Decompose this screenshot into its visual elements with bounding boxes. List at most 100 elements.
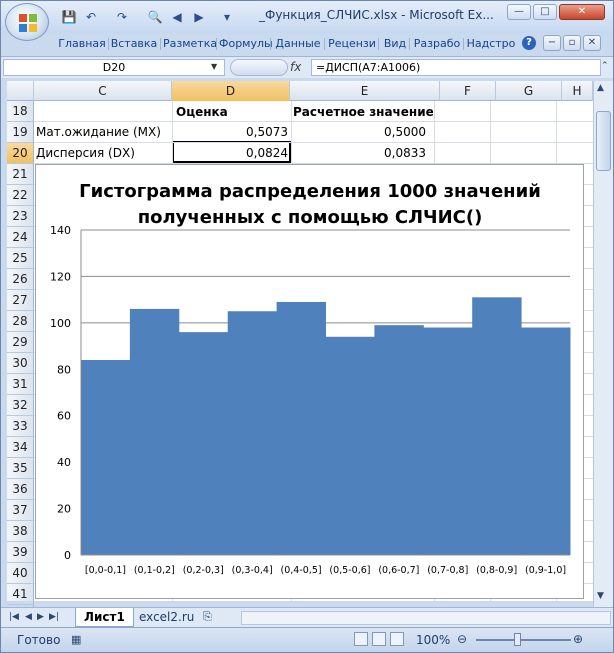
x-tick-label: (0,3-0,4] bbox=[232, 565, 273, 576]
x-tick-label: (0,1-0,2] bbox=[134, 565, 175, 576]
row-header-31[interactable]: 31 bbox=[7, 374, 34, 395]
office-button[interactable] bbox=[5, 3, 49, 41]
row-header-32[interactable]: 32 bbox=[7, 395, 34, 416]
active-cell-d20[interactable] bbox=[172, 141, 291, 163]
formula-input[interactable]: =ДИСП(A7:A1006) bbox=[311, 59, 601, 76]
undo-icon[interactable]: ↶ bbox=[83, 9, 99, 25]
ribbon-minimize-button[interactable]: − bbox=[543, 35, 561, 51]
chart-title-line1: Гистограмма распределения 1000 значений bbox=[79, 181, 541, 202]
row-header-30[interactable]: 30 bbox=[7, 353, 34, 374]
office-logo-icon bbox=[19, 14, 37, 32]
column-header-g[interactable]: G bbox=[496, 81, 562, 101]
sheet-tab-active[interactable]: Лист1 bbox=[75, 608, 134, 627]
column-header-h[interactable]: H bbox=[562, 81, 593, 101]
row-header-21[interactable]: 21 bbox=[7, 164, 34, 185]
chart-title-line2: полученных с помощью СЛЧИС() bbox=[138, 207, 483, 228]
row-header-18[interactable]: 18 bbox=[7, 101, 34, 122]
qat-customize-icon[interactable]: ▾ bbox=[219, 9, 235, 25]
column-header-d[interactable]: D bbox=[172, 81, 290, 101]
close-button[interactable]: ✕ bbox=[559, 4, 605, 20]
ribbon-tab-5[interactable]: Рецензи bbox=[327, 34, 377, 54]
row-header-35[interactable]: 35 bbox=[7, 458, 34, 479]
row-header-37[interactable]: 37 bbox=[7, 500, 34, 521]
x-tick-label: (0,2-0,3] bbox=[183, 565, 224, 576]
formula-expand-icon[interactable]: ⌃ bbox=[601, 61, 609, 71]
row-header-41[interactable]: 41 bbox=[7, 584, 34, 605]
macro-record-icon[interactable]: ▦ bbox=[71, 633, 81, 646]
ribbon-tab-0[interactable]: Главная bbox=[57, 34, 107, 54]
row-header-36[interactable]: 36 bbox=[7, 479, 34, 500]
ribbon-tab-4[interactable]: Данные bbox=[273, 34, 323, 54]
zoom-out-icon[interactable]: ⊖ bbox=[457, 632, 467, 646]
zoom-level[interactable]: 100% bbox=[416, 633, 450, 647]
row-header-26[interactable]: 26 bbox=[7, 269, 34, 290]
bar-2 bbox=[178, 332, 229, 555]
last-sheet-icon[interactable]: ▶| bbox=[49, 612, 59, 622]
help-icon[interactable]: ? bbox=[522, 36, 536, 50]
bar-0 bbox=[81, 360, 131, 555]
normal-view-icon[interactable] bbox=[354, 632, 368, 646]
row-header-23[interactable]: 23 bbox=[7, 206, 34, 227]
bar-5 bbox=[325, 336, 375, 555]
name-box[interactable]: D20 bbox=[3, 59, 225, 76]
histogram-chart[interactable]: Гистограмма распределения 1000 значений п… bbox=[35, 164, 584, 599]
row-header-38[interactable]: 38 bbox=[7, 521, 34, 542]
ribbon-tab-8[interactable]: Надстро bbox=[465, 34, 517, 54]
column-header-c[interactable]: C bbox=[34, 81, 172, 101]
ribbon-tab-3[interactable]: Формулы bbox=[219, 34, 273, 54]
ribbon-tab-separator bbox=[160, 38, 161, 50]
row-header-28[interactable]: 28 bbox=[7, 311, 34, 332]
ribbon-tab-separator bbox=[378, 38, 379, 50]
column-header-e[interactable]: E bbox=[290, 81, 440, 101]
row-header-20[interactable]: 20 bbox=[7, 143, 34, 164]
row-header-25[interactable]: 25 bbox=[7, 248, 34, 269]
row19-calculated: 0,5000 bbox=[384, 125, 426, 139]
horizontal-scrollbar[interactable] bbox=[241, 611, 611, 625]
prev-sheet-icon[interactable]: ◀ bbox=[25, 612, 32, 622]
first-sheet-icon[interactable]: |◀ bbox=[9, 612, 19, 622]
row-header-33[interactable]: 33 bbox=[7, 416, 34, 437]
page-break-icon[interactable] bbox=[390, 632, 404, 646]
redo-icon[interactable]: ↷ bbox=[114, 9, 130, 25]
bar-3 bbox=[227, 311, 278, 555]
vertical-scrollbar[interactable]: ▲ ▼ bbox=[593, 81, 613, 609]
ribbon-tab-1[interactable]: Вставка bbox=[109, 34, 159, 54]
maximize-button[interactable]: □ bbox=[533, 4, 557, 20]
row-header-34[interactable]: 34 bbox=[7, 437, 34, 458]
next-sheet-icon[interactable]: ▶ bbox=[37, 612, 44, 622]
workbook-close-button[interactable]: ✕ bbox=[583, 35, 601, 51]
ribbon-tab-separator bbox=[270, 38, 271, 50]
sheet-tab-excel2[interactable]: excel2.ru bbox=[131, 609, 202, 626]
save-icon[interactable]: 💾 bbox=[61, 9, 77, 25]
zoom-in-icon[interactable]: ⊕ bbox=[573, 632, 583, 646]
ribbon-tab-6[interactable]: Вид bbox=[382, 34, 408, 54]
row-header-39[interactable]: 39 bbox=[7, 542, 34, 563]
print-preview-icon[interactable]: 🔍 bbox=[147, 9, 163, 25]
scroll-up-icon[interactable]: ▲ bbox=[597, 83, 604, 93]
row-header-40[interactable]: 40 bbox=[7, 563, 34, 584]
zoom-slider-thumb[interactable] bbox=[514, 633, 521, 646]
zoom-slider-track[interactable] bbox=[476, 639, 571, 641]
page-layout-icon[interactable] bbox=[372, 632, 386, 646]
row-header-24[interactable]: 24 bbox=[7, 227, 34, 248]
formula-controls[interactable] bbox=[230, 59, 288, 76]
select-all-corner[interactable] bbox=[7, 81, 34, 101]
scroll-down-icon[interactable]: ▼ bbox=[597, 591, 604, 601]
row-header-27[interactable]: 27 bbox=[7, 290, 34, 311]
forward-icon[interactable]: ▶ bbox=[191, 9, 207, 25]
column-header-f[interactable]: F bbox=[440, 81, 496, 101]
back-icon[interactable]: ◀ bbox=[169, 9, 185, 25]
row-header-29[interactable]: 29 bbox=[7, 332, 34, 353]
vertical-scroll-thumb[interactable] bbox=[596, 111, 611, 171]
insert-function-icon[interactable]: fx bbox=[290, 60, 301, 74]
ribbon-restore-button[interactable]: ▫ bbox=[563, 35, 581, 51]
ribbon-tab-2[interactable]: Разметка bbox=[163, 34, 217, 54]
y-tick-label: 100 bbox=[50, 317, 71, 330]
new-sheet-icon[interactable]: ⎘ bbox=[203, 610, 212, 624]
row-header-19[interactable]: 19 bbox=[7, 122, 34, 143]
row20-label: Дисперсия (DX) bbox=[36, 146, 135, 160]
minimize-button[interactable]: — bbox=[507, 4, 531, 20]
row-header-22[interactable]: 22 bbox=[7, 185, 34, 206]
ribbon-tab-7[interactable]: Разрабо bbox=[412, 34, 462, 54]
name-box-dropdown-icon[interactable]: ▼ bbox=[211, 62, 217, 71]
